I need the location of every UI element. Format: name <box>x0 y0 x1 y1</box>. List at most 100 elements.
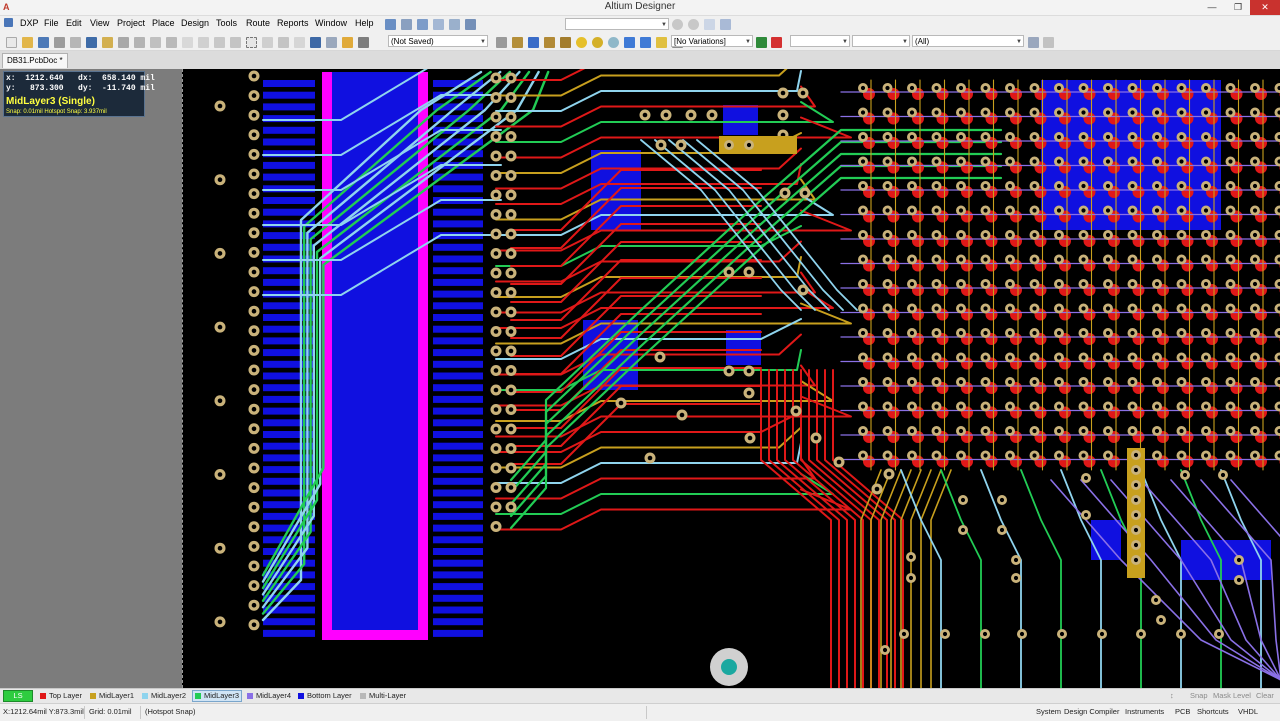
menu-design[interactable]: Design <box>181 18 209 28</box>
panel-instruments-button[interactable]: Instruments <box>1125 707 1164 716</box>
layer-tab-mid1[interactable]: MidLayer1 <box>90 690 134 702</box>
mask-level-button[interactable]: Mask Level <box>1213 690 1251 702</box>
filter-combo[interactable]: (All)▼ <box>912 35 1024 47</box>
zoom-fit-icon[interactable] <box>118 37 129 48</box>
grid-icon[interactable] <box>449 19 460 30</box>
board-3d-icon[interactable] <box>86 37 97 48</box>
string-icon[interactable] <box>656 37 667 48</box>
move-icon[interactable] <box>262 37 273 48</box>
via-hole <box>252 583 257 588</box>
undo-icon[interactable] <box>310 37 321 48</box>
forward-icon[interactable] <box>688 19 699 30</box>
folder-icon[interactable] <box>102 37 113 48</box>
print-preview-icon[interactable] <box>70 37 81 48</box>
arc-icon[interactable] <box>608 37 619 48</box>
rubber-stamp-icon[interactable] <box>230 37 241 48</box>
via-hole <box>1081 380 1085 384</box>
layer-tab-mid3[interactable]: MidLayer3 <box>192 690 242 702</box>
layer-set-button[interactable]: LS <box>3 690 33 702</box>
save-state-combo[interactable]: (Not Saved)▼ <box>388 35 488 47</box>
delete-icon[interactable] <box>771 37 782 48</box>
paste-icon[interactable] <box>214 37 225 48</box>
layer-tab-mid4[interactable]: MidLayer4 <box>247 690 291 702</box>
clear-button[interactable]: Clear <box>1256 690 1274 702</box>
zoom-area-icon[interactable] <box>134 37 145 48</box>
via-hole <box>1057 86 1061 90</box>
browse-icon[interactable] <box>358 37 369 48</box>
net-combo[interactable]: ▼ <box>790 35 850 47</box>
distribute-icon[interactable] <box>417 19 428 30</box>
maximize-button[interactable]: ❐ <box>1226 0 1250 15</box>
menu-place[interactable]: Place <box>152 18 175 28</box>
pcb-canvas[interactable] <box>182 69 1280 688</box>
panel-design-compiler-button[interactable]: Design Compiler <box>1064 707 1119 716</box>
pencil-icon[interactable] <box>342 37 353 48</box>
layer-tab-bottom[interactable]: Bottom Layer <box>298 690 352 702</box>
panel-pcb-button[interactable]: PCB <box>1175 707 1190 716</box>
via-hole <box>983 632 987 636</box>
menu-edit[interactable]: Edit <box>66 18 82 28</box>
menu-route[interactable]: Route <box>246 18 270 28</box>
fill-icon[interactable] <box>624 37 635 48</box>
list-icon[interactable] <box>465 19 476 30</box>
panel-shortcuts-button[interactable]: Shortcuts <box>1197 707 1229 716</box>
menu-help[interactable]: Help <box>355 18 374 28</box>
filter-apply-icon[interactable] <box>1028 37 1039 48</box>
interactive-route-icon[interactable] <box>512 37 523 48</box>
path-combo[interactable]: ▼ <box>565 18 669 30</box>
deselect-icon[interactable] <box>278 37 289 48</box>
cut-icon[interactable] <box>182 37 193 48</box>
layer-tab-mid2[interactable]: MidLayer2 <box>142 690 186 702</box>
route-icon[interactable] <box>385 19 396 30</box>
via-hole <box>494 388 499 393</box>
hatch-icon[interactable] <box>496 37 507 48</box>
class-combo[interactable]: ▼ <box>852 35 910 47</box>
menu-view[interactable]: View <box>90 18 109 28</box>
via-hole <box>1134 468 1138 472</box>
tab-document[interactable]: DB31.PcbDoc * <box>2 53 68 68</box>
pcb-layout[interactable] <box>183 69 1280 688</box>
variant-icon[interactable] <box>756 37 767 48</box>
via-hole <box>885 282 889 286</box>
layer-tab-multi[interactable]: Multi-Layer <box>360 690 406 702</box>
select-area-icon[interactable] <box>246 37 257 48</box>
redo-icon[interactable] <box>326 37 337 48</box>
save-icon[interactable] <box>38 37 49 48</box>
menu-tools[interactable]: Tools <box>216 18 237 28</box>
new-file-icon[interactable] <box>6 37 17 48</box>
align-icon[interactable] <box>401 19 412 30</box>
menu-dxp[interactable]: DXP <box>20 18 39 28</box>
panel-vhdl-button[interactable]: VHDL <box>1238 707 1258 716</box>
clear-filter-icon[interactable] <box>294 37 305 48</box>
zoom-icon[interactable] <box>150 37 161 48</box>
multi-route-icon[interactable] <box>544 37 555 48</box>
print-icon[interactable] <box>54 37 65 48</box>
via-icon[interactable] <box>592 37 603 48</box>
home-icon[interactable] <box>704 19 715 30</box>
zoom-selected-icon[interactable] <box>166 37 177 48</box>
open-folder-icon[interactable] <box>22 37 33 48</box>
tune-icon[interactable] <box>560 37 571 48</box>
close-button[interactable]: ✕ <box>1250 0 1280 15</box>
pad-icon[interactable] <box>576 37 587 48</box>
copy-icon[interactable] <box>198 37 209 48</box>
diff-pair-icon[interactable] <box>528 37 539 48</box>
layer-tab-top[interactable]: Top Layer <box>40 690 82 702</box>
snap-icon[interactable]: ↕ <box>1170 690 1174 702</box>
via-hole <box>1204 429 1208 433</box>
minimize-button[interactable]: — <box>1200 0 1224 15</box>
panel-system-button[interactable]: System <box>1036 707 1061 716</box>
via-hole <box>961 498 965 502</box>
menu-project[interactable]: Project <box>117 18 145 28</box>
menu-reports[interactable]: Reports <box>277 18 309 28</box>
menu-file[interactable]: File <box>44 18 59 28</box>
via-hole <box>494 95 499 100</box>
variations-combo[interactable]: [No Variations]▼ <box>671 35 753 47</box>
polygon-icon[interactable] <box>640 37 651 48</box>
bookmark-icon[interactable] <box>720 19 731 30</box>
back-icon[interactable] <box>672 19 683 30</box>
filter-clear-icon[interactable] <box>1043 37 1054 48</box>
spacing-icon[interactable] <box>433 19 444 30</box>
snap-button[interactable]: Snap <box>1190 690 1208 702</box>
menu-window[interactable]: Window <box>315 18 347 28</box>
